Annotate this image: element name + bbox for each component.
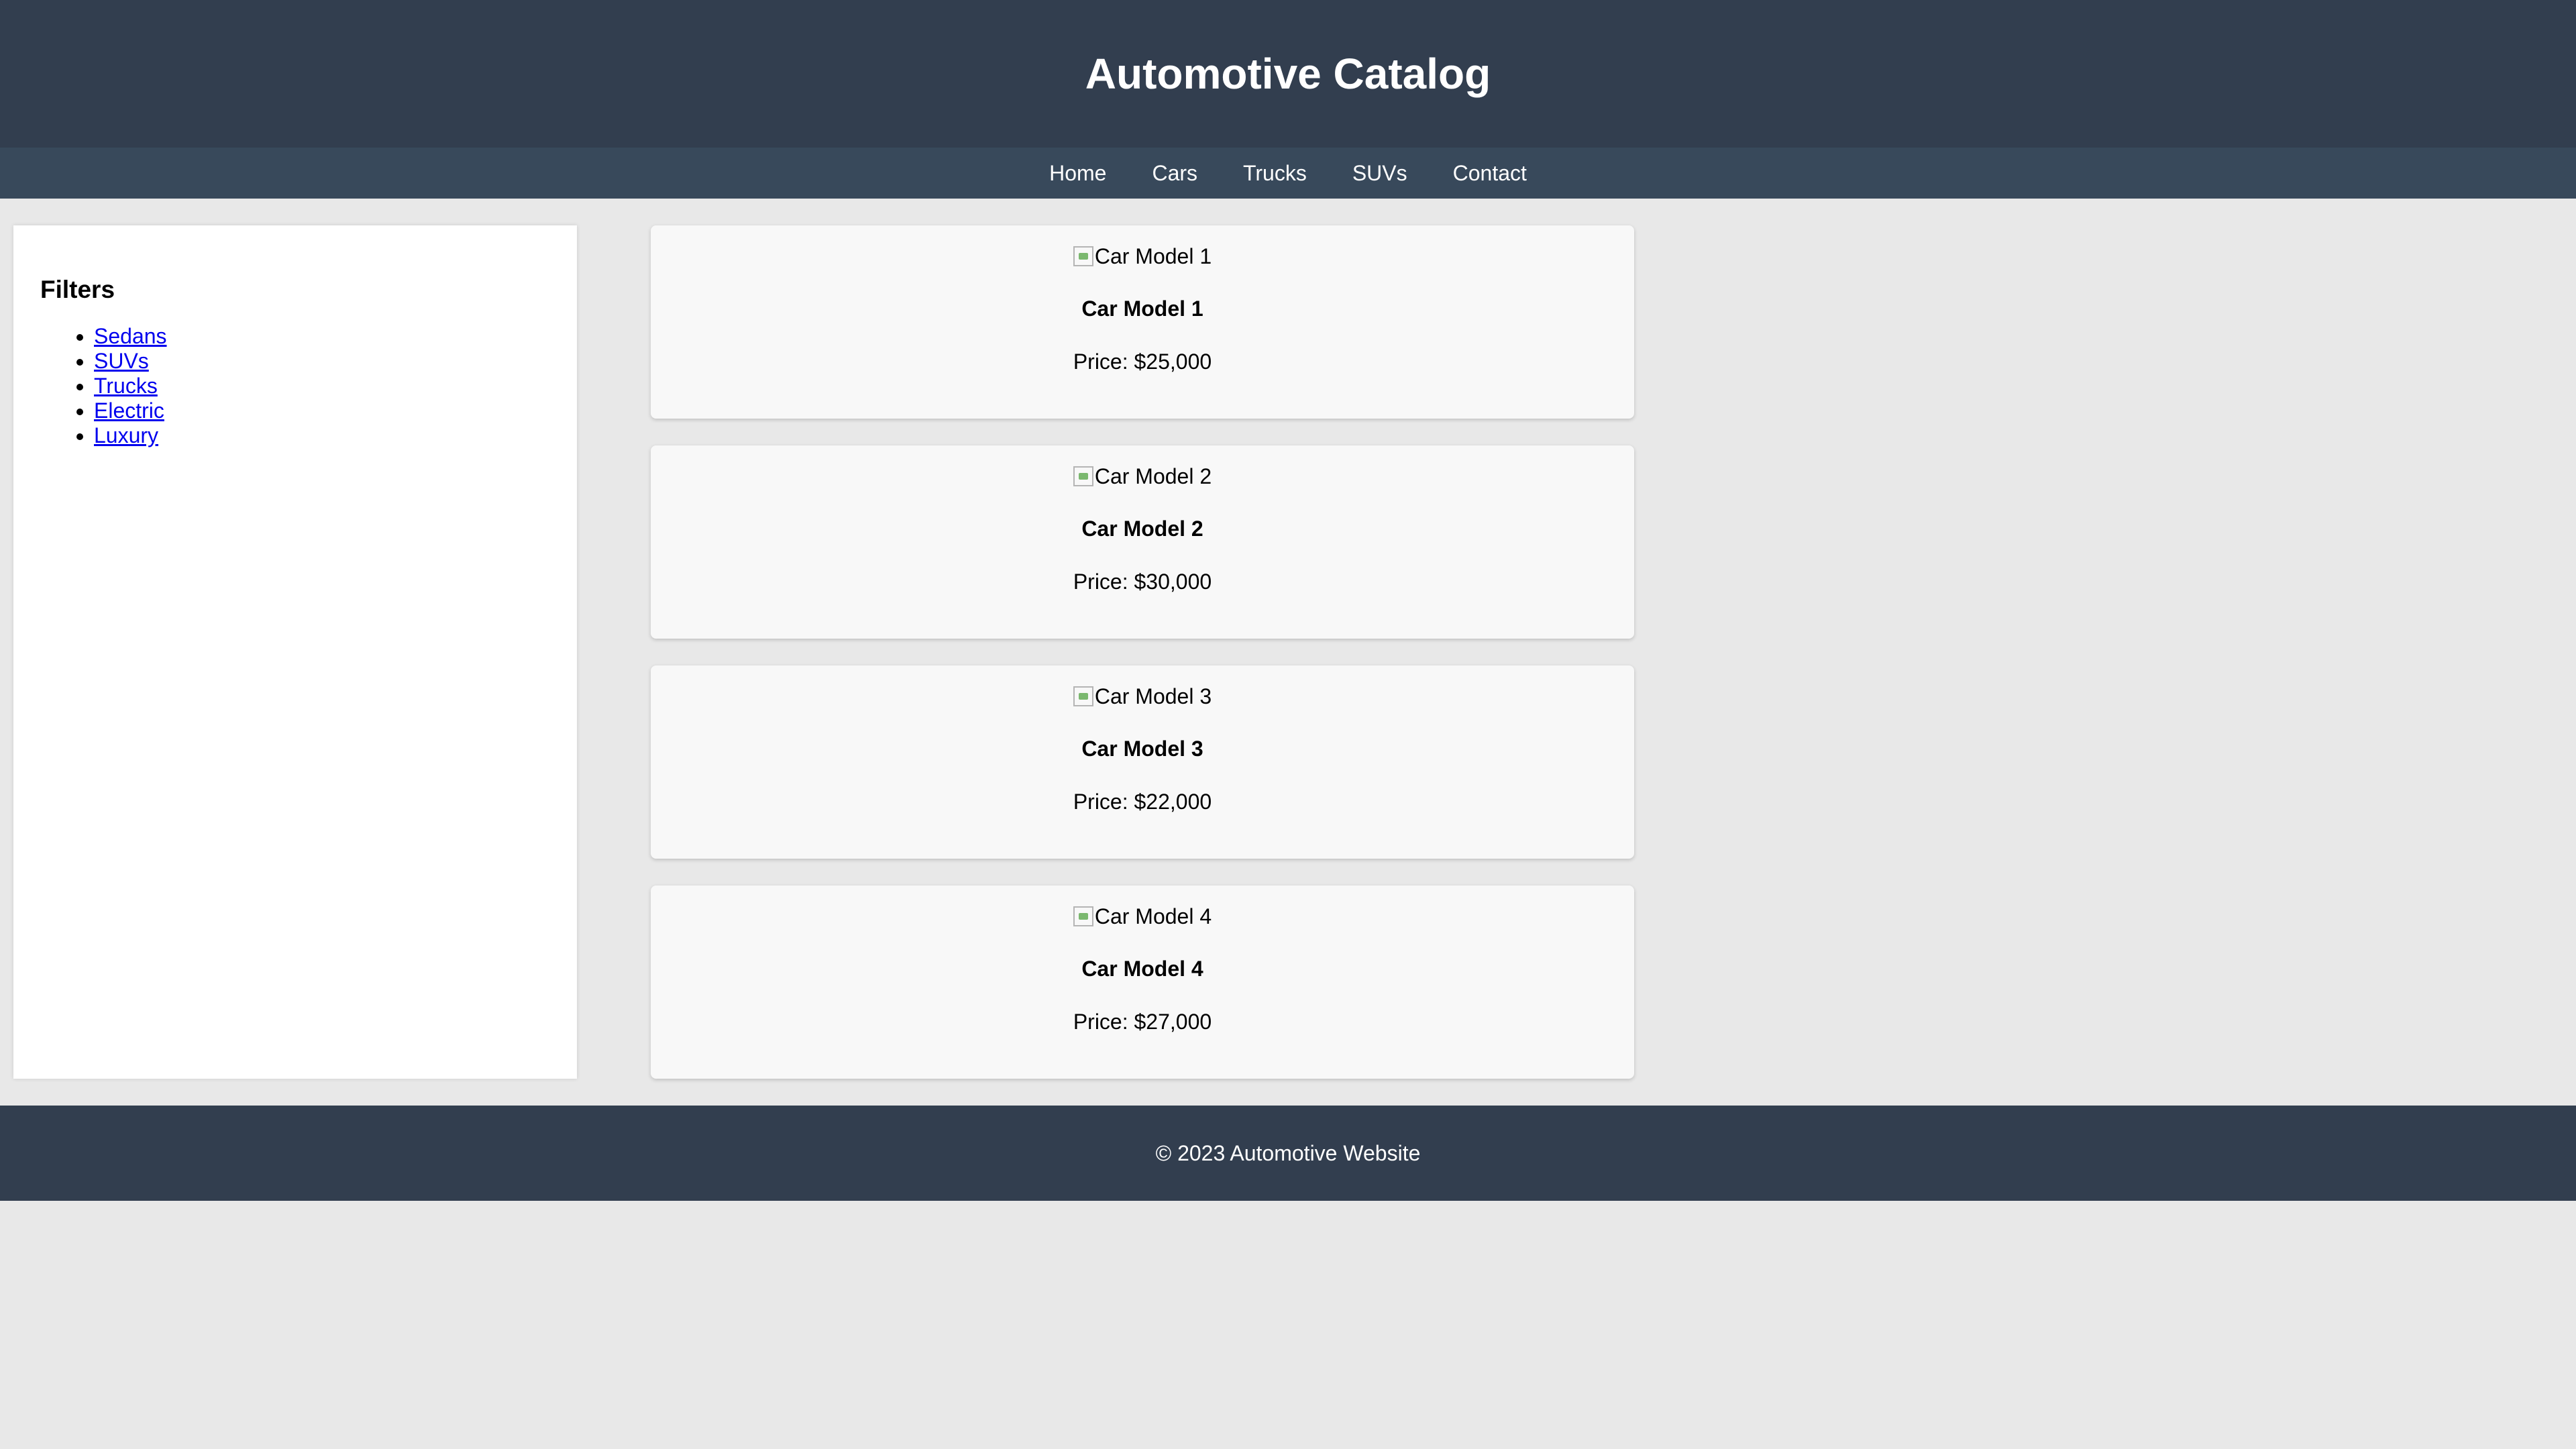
product-image: Car Model 3 <box>1073 683 1212 710</box>
nav-item-cars[interactable]: Cars <box>1152 161 1197 186</box>
product-image: Car Model 2 <box>1073 463 1212 490</box>
product-image-alt: Car Model 4 <box>1094 904 1212 928</box>
product-image-alt: Car Model 3 <box>1094 684 1212 708</box>
product-price: Price: $27,000 <box>1073 1010 1212 1034</box>
product-price: Price: $25,000 <box>1073 350 1212 374</box>
filter-item: Luxury <box>94 423 550 448</box>
nav-item-home[interactable]: Home <box>1049 161 1106 186</box>
filter-link-suvs[interactable]: SUVs <box>94 349 149 373</box>
product-name: Car Model 4 <box>1081 957 1203 981</box>
product-card[interactable]: Car Model 4 Car Model 4 Price: $27,000 <box>651 885 1634 1079</box>
broken-image-icon <box>1073 906 1093 926</box>
filter-link-trucks[interactable]: Trucks <box>94 374 158 398</box>
filters-sidebar: Filters Sedans SUVs Trucks Electric Luxu… <box>13 225 577 1079</box>
product-image: Car Model 1 <box>1073 243 1212 270</box>
filters-heading: Filters <box>40 276 115 303</box>
product-card[interactable]: Car Model 3 Car Model 3 Price: $22,000 <box>651 665 1634 859</box>
product-image: Car Model 4 <box>1073 903 1212 930</box>
main-content: Filters Sedans SUVs Trucks Electric Luxu… <box>0 199 2576 1106</box>
filter-link-electric[interactable]: Electric <box>94 398 164 423</box>
nav-item-trucks[interactable]: Trucks <box>1243 161 1307 186</box>
product-card[interactable]: Car Model 2 Car Model 2 Price: $30,000 <box>651 445 1634 639</box>
filter-link-luxury[interactable]: Luxury <box>94 423 158 447</box>
filter-item: Sedans <box>94 324 550 349</box>
product-price: Price: $22,000 <box>1073 790 1212 814</box>
site-title: Automotive Catalog <box>1085 50 1491 98</box>
site-footer: © 2023 Automotive Website <box>0 1106 2576 1201</box>
filter-item: Electric <box>94 398 550 423</box>
broken-image-icon <box>1073 686 1093 706</box>
product-name: Car Model 1 <box>1081 297 1203 321</box>
product-price: Price: $30,000 <box>1073 570 1212 594</box>
nav-item-contact[interactable]: Contact <box>1453 161 1527 186</box>
broken-image-icon <box>1073 246 1093 266</box>
product-name: Car Model 2 <box>1081 517 1203 541</box>
filters-list: Sedans SUVs Trucks Electric Luxury <box>40 324 550 448</box>
product-name: Car Model 3 <box>1081 737 1203 761</box>
product-list: Car Model 1 Car Model 1 Price: $25,000 C… <box>651 225 1634 1106</box>
product-image-alt: Car Model 1 <box>1094 244 1212 268</box>
product-card[interactable]: Car Model 1 Car Model 1 Price: $25,000 <box>651 225 1634 419</box>
main-nav: Home Cars Trucks SUVs Contact <box>0 148 2576 199</box>
site-header: Automotive Catalog <box>0 0 2576 148</box>
broken-image-icon <box>1073 466 1093 486</box>
filter-item: Trucks <box>94 374 550 398</box>
footer-copyright: © 2023 Automotive Website <box>1155 1140 1421 1165</box>
filter-item: SUVs <box>94 349 550 374</box>
product-image-alt: Car Model 2 <box>1094 464 1212 488</box>
filter-link-sedans[interactable]: Sedans <box>94 324 167 348</box>
nav-item-suvs[interactable]: SUVs <box>1352 161 1407 186</box>
